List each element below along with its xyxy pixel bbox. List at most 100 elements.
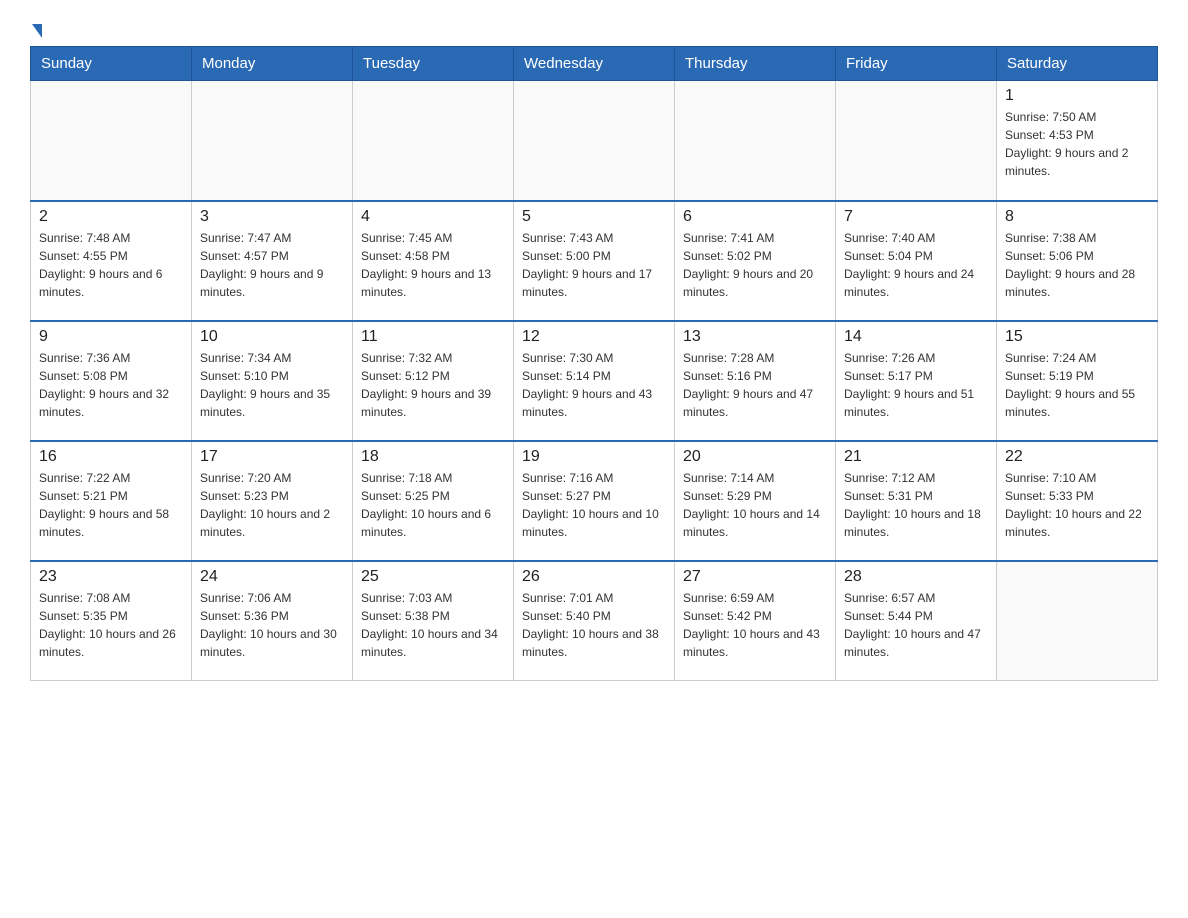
calendar-cell: 11 Sunrise: 7:32 AMSunset: 5:12 PMDayligh… <box>353 321 514 441</box>
calendar-cell: 27 Sunrise: 6:59 AMSunset: 5:42 PMDayligh… <box>675 561 836 681</box>
calendar-cell: 22 Sunrise: 7:10 AMSunset: 5:33 PMDayligh… <box>997 441 1158 561</box>
calendar-cell: 24 Sunrise: 7:06 AMSunset: 5:36 PMDayligh… <box>192 561 353 681</box>
day-info: Sunrise: 7:24 AMSunset: 5:19 PMDaylight:… <box>1005 349 1149 421</box>
calendar-cell: 2 Sunrise: 7:48 AMSunset: 4:55 PMDaylight… <box>31 201 192 321</box>
calendar-cell: 7Sunrise: 7:40 AMSunset: 5:04 PMDaylight… <box>836 201 997 321</box>
calendar-cell: 5 Sunrise: 7:43 AMSunset: 5:00 PMDaylight… <box>514 201 675 321</box>
day-number: 11 <box>361 328 505 346</box>
day-info: Sunrise: 7:50 AMSunset: 4:53 PMDaylight:… <box>1005 108 1149 180</box>
calendar-cell: 6 Sunrise: 7:41 AMSunset: 5:02 PMDaylight… <box>675 201 836 321</box>
day-info: Sunrise: 7:12 AMSunset: 5:31 PMDaylight:… <box>844 469 988 541</box>
calendar-cell: 25 Sunrise: 7:03 AMSunset: 5:38 PMDayligh… <box>353 561 514 681</box>
calendar-cell <box>997 561 1158 681</box>
calendar-week-row: 23 Sunrise: 7:08 AMSunset: 5:35 PMDayligh… <box>31 561 1158 681</box>
day-number: 17 <box>200 448 344 466</box>
day-number: 24 <box>200 568 344 586</box>
calendar-cell: 19 Sunrise: 7:16 AMSunset: 5:27 PMDayligh… <box>514 441 675 561</box>
weekday-header-sunday: Sunday <box>31 47 192 81</box>
calendar-cell <box>31 81 192 201</box>
weekday-header-thursday: Thursday <box>675 47 836 81</box>
day-info: Sunrise: 6:59 AMSunset: 5:42 PMDaylight:… <box>683 589 827 661</box>
calendar-week-row: 16Sunrise: 7:22 AMSunset: 5:21 PMDayligh… <box>31 441 1158 561</box>
logo <box>30 20 42 36</box>
calendar-cell <box>353 81 514 201</box>
day-info: Sunrise: 7:18 AMSunset: 5:25 PMDaylight:… <box>361 469 505 541</box>
day-number: 2 <box>39 208 183 226</box>
calendar-cell: 23 Sunrise: 7:08 AMSunset: 5:35 PMDayligh… <box>31 561 192 681</box>
day-info: Sunrise: 7:26 AMSunset: 5:17 PMDaylight:… <box>844 349 988 421</box>
calendar-cell: 10 Sunrise: 7:34 AMSunset: 5:10 PMDayligh… <box>192 321 353 441</box>
day-info: Sunrise: 7:38 AMSunset: 5:06 PMDaylight:… <box>1005 229 1149 301</box>
calendar-cell: 12 Sunrise: 7:30 AMSunset: 5:14 PMDayligh… <box>514 321 675 441</box>
day-number: 13 <box>683 328 827 346</box>
day-info: Sunrise: 7:14 AMSunset: 5:29 PMDaylight:… <box>683 469 827 541</box>
day-info: Sunrise: 7:01 AMSunset: 5:40 PMDaylight:… <box>522 589 666 661</box>
calendar-cell: 18 Sunrise: 7:18 AMSunset: 5:25 PMDayligh… <box>353 441 514 561</box>
day-number: 25 <box>361 568 505 586</box>
day-number: 15 <box>1005 328 1149 346</box>
day-info: Sunrise: 7:47 AMSunset: 4:57 PMDaylight:… <box>200 229 344 301</box>
calendar-week-row: 1 Sunrise: 7:50 AMSunset: 4:53 PMDaylight… <box>31 81 1158 201</box>
day-number: 22 <box>1005 448 1149 466</box>
day-info: Sunrise: 7:06 AMSunset: 5:36 PMDaylight:… <box>200 589 344 661</box>
day-info: Sunrise: 7:10 AMSunset: 5:33 PMDaylight:… <box>1005 469 1149 541</box>
calendar-cell: 1 Sunrise: 7:50 AMSunset: 4:53 PMDaylight… <box>997 81 1158 201</box>
calendar-cell: 21Sunrise: 7:12 AMSunset: 5:31 PMDayligh… <box>836 441 997 561</box>
calendar-cell: 26 Sunrise: 7:01 AMSunset: 5:40 PMDayligh… <box>514 561 675 681</box>
day-number: 12 <box>522 328 666 346</box>
day-number: 9 <box>39 328 183 346</box>
logo-arrow-icon <box>32 24 42 38</box>
calendar-week-row: 2 Sunrise: 7:48 AMSunset: 4:55 PMDaylight… <box>31 201 1158 321</box>
day-number: 23 <box>39 568 183 586</box>
day-info: Sunrise: 7:20 AMSunset: 5:23 PMDaylight:… <box>200 469 344 541</box>
day-number: 8 <box>1005 208 1149 226</box>
day-number: 16 <box>39 448 183 466</box>
day-info: Sunrise: 7:45 AMSunset: 4:58 PMDaylight:… <box>361 229 505 301</box>
day-info: Sunrise: 6:57 AMSunset: 5:44 PMDaylight:… <box>844 589 988 661</box>
day-number: 27 <box>683 568 827 586</box>
day-info: Sunrise: 7:48 AMSunset: 4:55 PMDaylight:… <box>39 229 183 301</box>
day-number: 14 <box>844 328 988 346</box>
calendar-cell: 4 Sunrise: 7:45 AMSunset: 4:58 PMDaylight… <box>353 201 514 321</box>
calendar-cell: 13 Sunrise: 7:28 AMSunset: 5:16 PMDayligh… <box>675 321 836 441</box>
calendar-cell <box>675 81 836 201</box>
day-number: 20 <box>683 448 827 466</box>
calendar-cell: 16Sunrise: 7:22 AMSunset: 5:21 PMDayligh… <box>31 441 192 561</box>
calendar-cell: 20 Sunrise: 7:14 AMSunset: 5:29 PMDayligh… <box>675 441 836 561</box>
day-info: Sunrise: 7:41 AMSunset: 5:02 PMDaylight:… <box>683 229 827 301</box>
calendar-cell <box>192 81 353 201</box>
day-number: 6 <box>683 208 827 226</box>
calendar-cell <box>836 81 997 201</box>
calendar-cell: 17 Sunrise: 7:20 AMSunset: 5:23 PMDayligh… <box>192 441 353 561</box>
day-number: 10 <box>200 328 344 346</box>
day-number: 19 <box>522 448 666 466</box>
day-info: Sunrise: 7:34 AMSunset: 5:10 PMDaylight:… <box>200 349 344 421</box>
day-number: 18 <box>361 448 505 466</box>
calendar-cell: 14 Sunrise: 7:26 AMSunset: 5:17 PMDayligh… <box>836 321 997 441</box>
weekday-header-friday: Friday <box>836 47 997 81</box>
day-info: Sunrise: 7:03 AMSunset: 5:38 PMDaylight:… <box>361 589 505 661</box>
day-info: Sunrise: 7:28 AMSunset: 5:16 PMDaylight:… <box>683 349 827 421</box>
day-number: 28 <box>844 568 988 586</box>
day-info: Sunrise: 7:43 AMSunset: 5:00 PMDaylight:… <box>522 229 666 301</box>
calendar-table: SundayMondayTuesdayWednesdayThursdayFrid… <box>30 46 1158 681</box>
calendar-cell: 28 Sunrise: 6:57 AMSunset: 5:44 PMDayligh… <box>836 561 997 681</box>
day-info: Sunrise: 7:32 AMSunset: 5:12 PMDaylight:… <box>361 349 505 421</box>
day-number: 4 <box>361 208 505 226</box>
day-info: Sunrise: 7:40 AMSunset: 5:04 PMDaylight:… <box>844 229 988 301</box>
weekday-header-tuesday: Tuesday <box>353 47 514 81</box>
day-info: Sunrise: 7:08 AMSunset: 5:35 PMDaylight:… <box>39 589 183 661</box>
weekday-header-row: SundayMondayTuesdayWednesdayThursdayFrid… <box>31 47 1158 81</box>
calendar-cell: 8 Sunrise: 7:38 AMSunset: 5:06 PMDaylight… <box>997 201 1158 321</box>
day-info: Sunrise: 7:36 AMSunset: 5:08 PMDaylight:… <box>39 349 183 421</box>
weekday-header-saturday: Saturday <box>997 47 1158 81</box>
day-info: Sunrise: 7:16 AMSunset: 5:27 PMDaylight:… <box>522 469 666 541</box>
day-number: 5 <box>522 208 666 226</box>
day-number: 26 <box>522 568 666 586</box>
weekday-header-wednesday: Wednesday <box>514 47 675 81</box>
calendar-cell <box>514 81 675 201</box>
day-number: 1 <box>1005 87 1149 105</box>
day-info: Sunrise: 7:30 AMSunset: 5:14 PMDaylight:… <box>522 349 666 421</box>
page-header <box>30 20 1158 36</box>
calendar-cell: 9 Sunrise: 7:36 AMSunset: 5:08 PMDaylight… <box>31 321 192 441</box>
